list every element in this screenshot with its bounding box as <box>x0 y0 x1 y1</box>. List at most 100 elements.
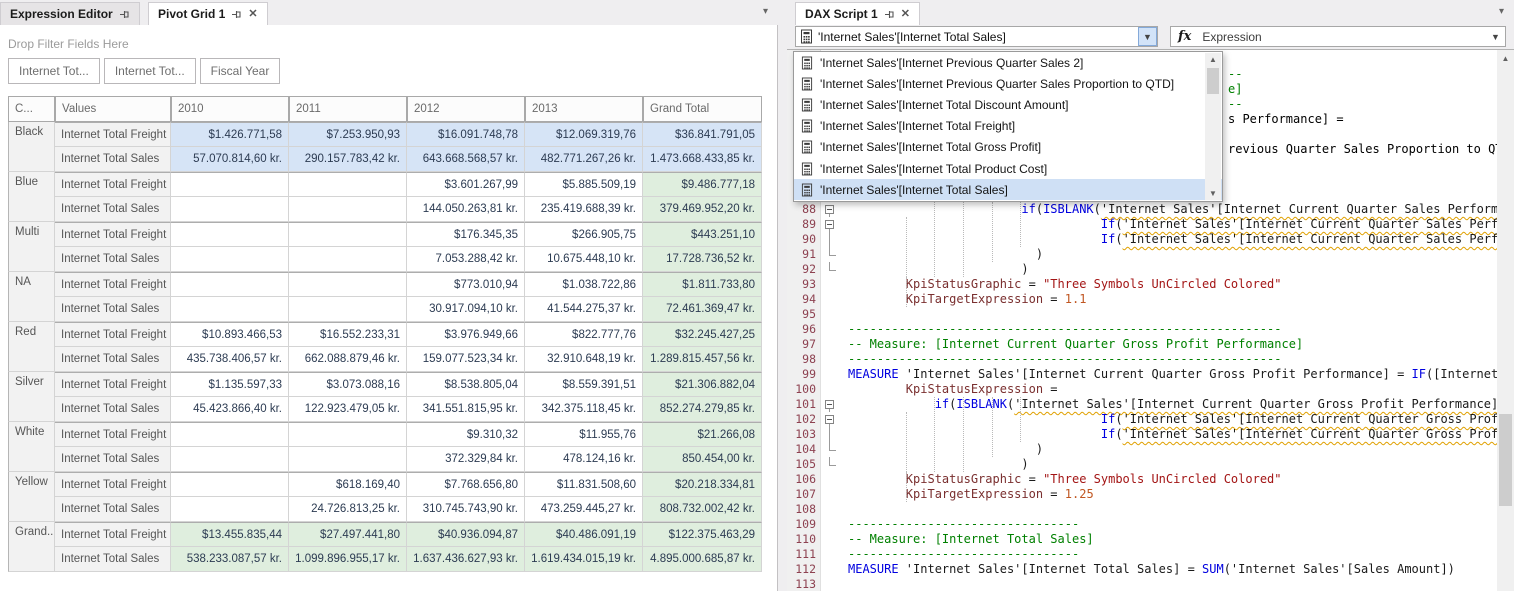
pivot-row-group-label[interactable]: Multi <box>8 222 55 272</box>
pivot-value-cell[interactable]: 662.088.879,46 kr. <box>289 347 407 372</box>
fold-collapse-icon[interactable] <box>825 415 834 424</box>
pivot-row-group-label[interactable]: Black <box>8 122 55 172</box>
pivot-value-cell[interactable]: 1.637.436.627,93 kr. <box>407 547 525 572</box>
pivot-value-cell[interactable]: 850.454,00 kr. <box>643 447 762 472</box>
filter-field-button[interactable]: Internet Tot... <box>8 58 100 84</box>
chevron-down-icon[interactable]: ▼ <box>1486 27 1505 46</box>
pivot-value-cell[interactable]: 538.233.087,57 kr. <box>171 547 289 572</box>
pivot-value-cell[interactable]: 341.551.815,95 kr. <box>407 397 525 422</box>
code-line[interactable]: 90 If('Internet Sales'[Internet Current … <box>787 232 1497 247</box>
pivot-value-cell[interactable]: $773.010,94 <box>407 272 525 297</box>
code-line[interactable]: 101 if(ISBLANK('Internet Sales'[Internet… <box>787 397 1497 412</box>
filter-field-button[interactable]: Fiscal Year <box>200 58 281 84</box>
fold-marker[interactable] <box>820 457 845 472</box>
chevron-down-icon[interactable]: ▼ <box>1138 27 1157 46</box>
pivot-value-cell[interactable]: $122.375.463,29 <box>643 522 762 547</box>
code-line[interactable]: 110-- Measure: [Internet Total Sales] <box>787 532 1497 547</box>
pivot-value-cell[interactable] <box>171 272 289 297</box>
dropdown-item[interactable]: 'Internet Sales'[Internet Total Sales] <box>794 179 1222 200</box>
pivot-row-group-label[interactable]: Yellow <box>8 472 55 522</box>
pivot-row-label[interactable]: Internet Total Freight <box>55 472 171 497</box>
code-line[interactable]: 98--------------------------------------… <box>787 352 1497 367</box>
pivot-value-cell[interactable]: $8.559.391,51 <box>525 372 643 397</box>
pivot-value-cell[interactable]: $16.091.748,78 <box>407 122 525 147</box>
pivot-value-cell[interactable]: 290.157.783,42 kr. <box>289 147 407 172</box>
pivot-row-group-label[interactable]: Silver <box>8 372 55 422</box>
pivot-value-cell[interactable]: $21.266,08 <box>643 422 762 447</box>
fold-marker[interactable] <box>820 217 845 232</box>
pivot-value-cell[interactable]: 4.895.000.685,87 kr. <box>643 547 762 572</box>
pivot-row-label[interactable]: Internet Total Freight <box>55 522 171 547</box>
pivot-value-cell[interactable]: $40.936.094,87 <box>407 522 525 547</box>
pivot-row-label[interactable]: Internet Total Sales <box>55 197 171 222</box>
pivot-value-cell[interactable]: $40.486.091,19 <box>525 522 643 547</box>
pivot-value-cell[interactable]: $266.905,75 <box>525 222 643 247</box>
pivot-value-cell[interactable]: $1.038.722,86 <box>525 272 643 297</box>
code-line[interactable]: 94 KpiTargetExpression = 1.1 <box>787 292 1497 307</box>
pivot-value-cell[interactable]: $32.245.427,25 <box>643 322 762 347</box>
pivot-column-header[interactable]: 2010 <box>171 96 289 122</box>
code-line[interactable]: 89 If('Internet Sales'[Internet Current … <box>787 217 1497 232</box>
pivot-value-cell[interactable]: 342.375.118,45 kr. <box>525 397 643 422</box>
pivot-value-cell[interactable]: $13.455.835,44 <box>171 522 289 547</box>
fold-marker[interactable] <box>820 442 845 457</box>
pivot-row-label[interactable]: Internet Total Freight <box>55 222 171 247</box>
pivot-value-cell[interactable]: 435.738.406,57 kr. <box>171 347 289 372</box>
pivot-column-header[interactable]: 2013 <box>525 96 643 122</box>
pivot-value-cell[interactable] <box>171 447 289 472</box>
pivot-value-cell[interactable] <box>289 172 407 197</box>
pivot-value-cell[interactable] <box>289 222 407 247</box>
pivot-value-cell[interactable]: 30.917.094,10 kr. <box>407 297 525 322</box>
code-line[interactable]: 95 <box>787 307 1497 322</box>
pivot-value-cell[interactable] <box>289 197 407 222</box>
pivot-value-cell[interactable] <box>289 272 407 297</box>
pivot-row-label[interactable]: Internet Total Freight <box>55 422 171 447</box>
pivot-value-cell[interactable] <box>171 247 289 272</box>
code-line[interactable]: 107 KpiTargetExpression = 1.25 <box>787 487 1497 502</box>
close-icon[interactable]: ✕ <box>248 9 257 20</box>
pin-icon[interactable] <box>884 9 895 20</box>
pivot-row-label[interactable]: Internet Total Sales <box>55 297 171 322</box>
pivot-row-label[interactable]: Internet Total Sales <box>55 397 171 422</box>
fold-marker[interactable] <box>820 262 845 277</box>
pivot-column-header[interactable]: Values <box>55 96 171 122</box>
pivot-row-label[interactable]: Internet Total Freight <box>55 172 171 197</box>
fold-collapse-icon[interactable] <box>825 220 834 229</box>
fold-marker[interactable] <box>820 202 845 217</box>
code-line[interactable]: 111-------------------------------- <box>787 547 1497 562</box>
code-line[interactable]: 108 <box>787 502 1497 517</box>
pivot-value-cell[interactable]: 235.419.688,39 kr. <box>525 197 643 222</box>
pivot-value-cell[interactable]: $20.218.334,81 <box>643 472 762 497</box>
pivot-value-cell[interactable] <box>171 472 289 497</box>
dropdown-item[interactable]: 'Internet Sales'[Internet Previous Quart… <box>794 73 1222 94</box>
editor-vertical-scrollbar[interactable]: ▲ <box>1497 50 1514 591</box>
pivot-value-cell[interactable]: $10.893.466,53 <box>171 322 289 347</box>
pivot-row-label[interactable]: Internet Total Sales <box>55 147 171 172</box>
dropdown-scrollbar[interactable]: ▲ ▼ <box>1205 53 1221 200</box>
pivot-value-cell[interactable]: 159.077.523,34 kr. <box>407 347 525 372</box>
fold-marker[interactable] <box>820 232 845 247</box>
pivot-value-cell[interactable] <box>289 247 407 272</box>
pin-icon[interactable] <box>231 9 242 20</box>
pivot-row-group-label[interactable]: Red <box>8 322 55 372</box>
pivot-value-cell[interactable]: 72.461.369,47 kr. <box>643 297 762 322</box>
dropdown-item[interactable]: 'Internet Sales'[Internet Total Discount… <box>794 94 1222 115</box>
scroll-up-arrow-icon[interactable]: ▲ <box>1497 50 1514 67</box>
pivot-value-cell[interactable]: 122.923.479,05 kr. <box>289 397 407 422</box>
pivot-row-label[interactable]: Internet Total Freight <box>55 322 171 347</box>
pivot-row-group-label[interactable]: White <box>8 422 55 472</box>
pivot-row-label[interactable]: Internet Total Sales <box>55 497 171 522</box>
pivot-value-cell[interactable]: $1.426.771,58 <box>171 122 289 147</box>
pivot-row-label[interactable]: Internet Total Sales <box>55 347 171 372</box>
pivot-value-cell[interactable]: 1.099.896.955,17 kr. <box>289 547 407 572</box>
code-line[interactable]: 96--------------------------------------… <box>787 322 1497 337</box>
pivot-value-cell[interactable]: 478.124,16 kr. <box>525 447 643 472</box>
pivot-value-cell[interactable]: 17.728.736,52 kr. <box>643 247 762 272</box>
pin-icon[interactable] <box>119 9 130 20</box>
pivot-value-cell[interactable]: $8.538.805,04 <box>407 372 525 397</box>
fold-collapse-icon[interactable] <box>825 400 834 409</box>
pivot-column-header[interactable]: C... <box>8 96 55 122</box>
pivot-value-cell[interactable]: 144.050.263,81 kr. <box>407 197 525 222</box>
pivot-row-group-label[interactable]: NA <box>8 272 55 322</box>
code-line[interactable]: 92 ) <box>787 262 1497 277</box>
